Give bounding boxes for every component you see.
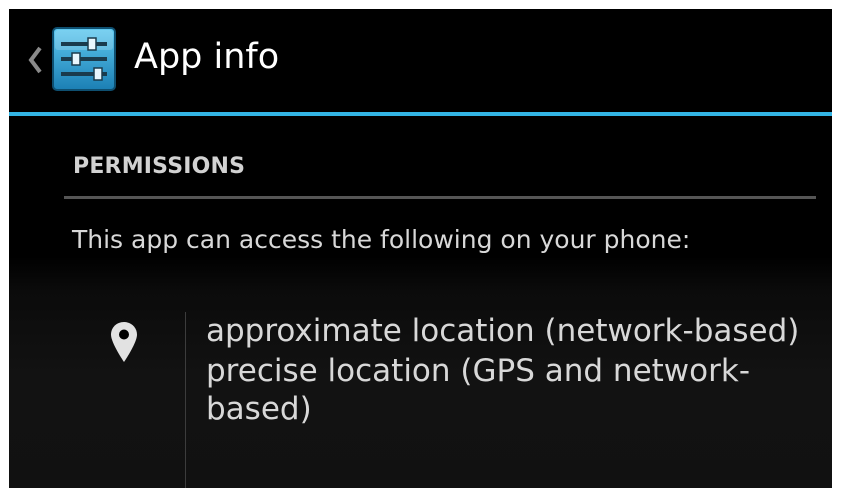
- permission-item[interactable]: precise location (GPS and network-based): [206, 352, 816, 428]
- permissions-section: PERMISSIONS This app can access the foll…: [9, 116, 832, 488]
- app-info-screen: App info PERMISSIONS This app can access…: [9, 9, 832, 488]
- permissions-intro: This app can access the following on you…: [72, 225, 691, 254]
- section-header: PERMISSIONS: [73, 154, 246, 179]
- action-bar: App info: [9, 9, 832, 112]
- settings-sliders-icon[interactable]: [50, 25, 118, 93]
- chevron-left-icon[interactable]: [25, 45, 45, 75]
- permission-list: approximate location (network-based) pre…: [206, 312, 816, 430]
- action-bar-title: App info: [134, 37, 280, 77]
- permission-item[interactable]: approximate location (network-based): [206, 312, 816, 350]
- location-pin-icon: [111, 322, 137, 362]
- section-divider: [64, 196, 816, 199]
- permission-group-divider: [185, 312, 186, 488]
